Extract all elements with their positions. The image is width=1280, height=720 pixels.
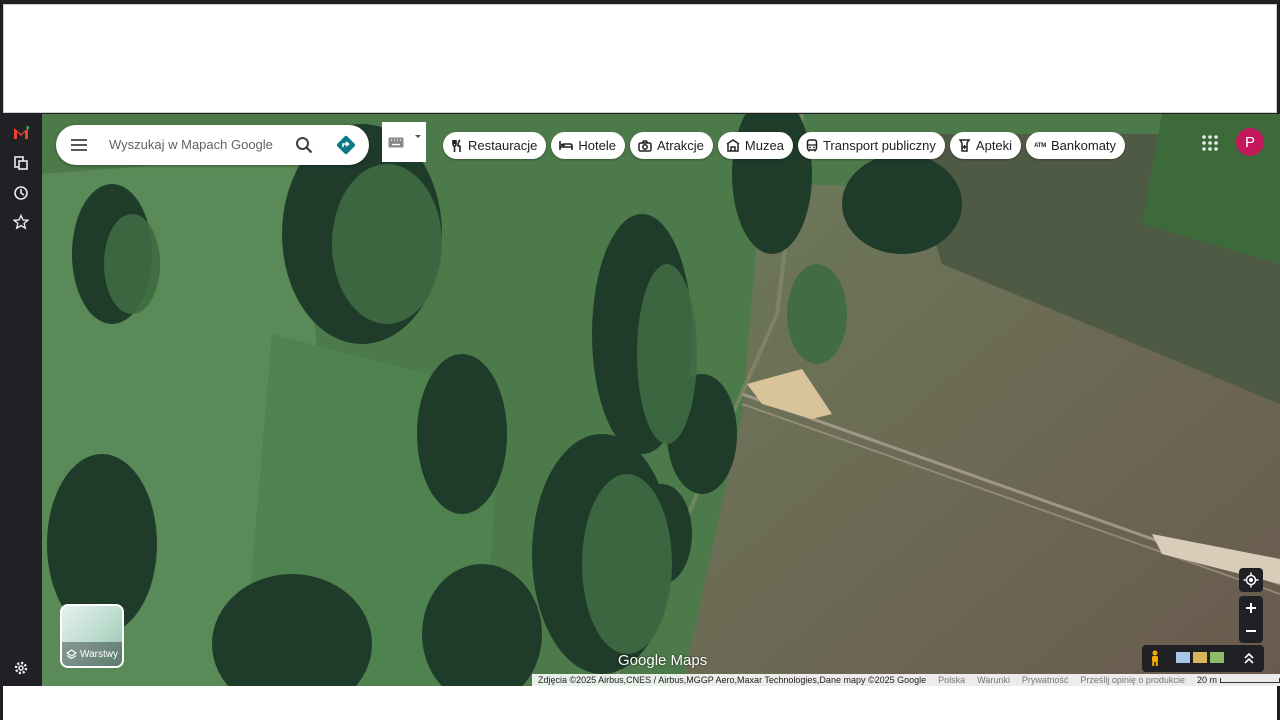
chip-attractions[interactable]: Atrakcje xyxy=(629,132,713,159)
google-apps-icon[interactable] xyxy=(1201,134,1219,152)
keyboard-icon xyxy=(388,137,404,147)
traffic-thumbnail-icon[interactable] xyxy=(1193,652,1207,663)
layers-button[interactable]: Warstwy xyxy=(60,604,124,668)
chip-museums[interactable]: Muzea xyxy=(717,132,793,159)
search-input[interactable]: Wyszukaj w Mapach Google xyxy=(109,137,273,152)
map-type-strip xyxy=(1142,645,1264,672)
search-box[interactable]: Wyszukaj w Mapach Google xyxy=(56,125,369,165)
bus-icon xyxy=(806,139,818,152)
category-chips: Restauracje Hotele Atrakcje Muzea Transp… xyxy=(443,132,1126,159)
satellite-thumbnail-icon[interactable] xyxy=(1210,652,1224,663)
settings-gear-icon[interactable] xyxy=(11,658,31,678)
museum-icon xyxy=(726,139,740,152)
left-rail xyxy=(0,114,42,686)
fork-knife-icon xyxy=(452,138,461,152)
pegman-icon[interactable] xyxy=(1149,650,1161,667)
zoom-out-button[interactable] xyxy=(1239,619,1263,643)
pharmacy-icon xyxy=(958,139,971,152)
satellite-imagery xyxy=(42,114,1280,686)
directions-icon[interactable] xyxy=(336,135,356,160)
atm-icon: ATM xyxy=(1034,142,1047,149)
input-tools-button[interactable] xyxy=(382,122,426,162)
camera-icon xyxy=(638,139,652,152)
zoom-in-button[interactable] xyxy=(1239,596,1263,620)
chip-label: Transport publiczny xyxy=(822,138,936,153)
country-link[interactable]: Polska xyxy=(938,675,965,685)
account-avatar[interactable]: P xyxy=(1236,128,1264,156)
my-location-icon xyxy=(1243,572,1259,588)
plus-icon xyxy=(1246,603,1256,613)
minus-icon xyxy=(1246,630,1256,632)
history-icon[interactable] xyxy=(11,183,31,203)
chip-atms[interactable]: ATM Bankomaty xyxy=(1026,132,1126,159)
search-icon[interactable] xyxy=(295,136,313,159)
saved-icon[interactable] xyxy=(11,153,31,173)
menu-icon[interactable] xyxy=(70,138,88,157)
feedback-link[interactable]: Prześlij opinię o produkcie xyxy=(1080,675,1185,685)
my-location-button[interactable] xyxy=(1239,568,1263,592)
map-footer: Zdjęcia ©2025 Airbus,CNES / Airbus,MGGP … xyxy=(532,674,1280,686)
layers-label-row: Warstwy xyxy=(62,642,122,666)
chip-label: Restauracje xyxy=(468,138,538,153)
satellite-map[interactable]: Wyszukaj w Mapach Google Restauracje Hot… xyxy=(42,114,1280,686)
layers-icon xyxy=(66,648,78,659)
imagery-attribution: Zdjęcia ©2025 Airbus,CNES / Airbus,MGGP … xyxy=(538,675,927,685)
chip-transit[interactable]: Transport publiczny xyxy=(797,132,945,159)
scale-bar xyxy=(1219,677,1280,683)
chip-label: Atrakcje xyxy=(656,138,704,153)
chip-hotels[interactable]: Hotele xyxy=(551,132,625,159)
blank-header-area xyxy=(3,4,1277,113)
privacy-link[interactable]: Prywatność xyxy=(1022,675,1069,685)
star-icon[interactable] xyxy=(11,212,31,232)
dropdown-arrow-icon[interactable] xyxy=(414,134,422,140)
terms-link[interactable]: Warunki xyxy=(977,675,1010,685)
blank-footer-area xyxy=(3,686,1277,720)
chip-pharmacies[interactable]: Apteki xyxy=(949,132,1022,159)
chip-restaurants[interactable]: Restauracje xyxy=(443,132,547,159)
gmail-icon[interactable] xyxy=(11,123,31,143)
expand-up-icon[interactable] xyxy=(1244,653,1254,664)
chip-label: Muzea xyxy=(744,138,784,153)
chip-label: Apteki xyxy=(975,138,1013,153)
scale-label[interactable]: 20 m xyxy=(1197,675,1217,685)
terrain-thumbnail-icon[interactable] xyxy=(1176,652,1190,663)
chip-label: Bankomaty xyxy=(1051,138,1117,153)
bed-icon xyxy=(559,141,574,150)
layers-label: Warstwy xyxy=(80,648,118,660)
chip-label: Hotele xyxy=(578,138,616,153)
google-maps-wordmark: Google Maps xyxy=(618,652,708,669)
